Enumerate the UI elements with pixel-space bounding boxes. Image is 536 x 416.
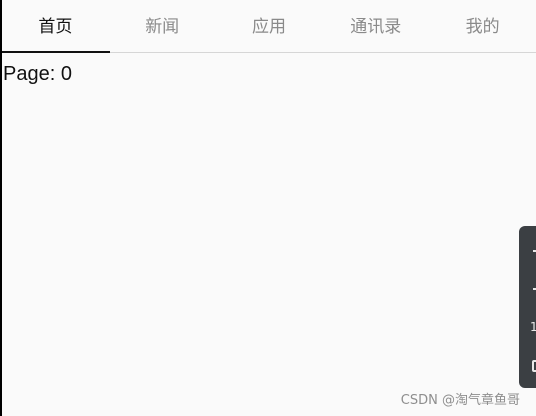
tab-label: 通讯录 bbox=[350, 17, 402, 37]
active-tab-indicator bbox=[2, 51, 110, 53]
tab-label: 新闻 bbox=[145, 17, 180, 37]
floating-toolbar: 1 bbox=[519, 226, 536, 388]
tab-news[interactable]: 新闻 bbox=[109, 0, 216, 52]
tab-bar: 首页 新闻 应用 通讯录 我的 bbox=[2, 0, 536, 53]
page-number: 0 bbox=[60, 63, 72, 85]
tab-contacts[interactable]: 通讯录 bbox=[322, 0, 429, 52]
tab-home[interactable]: 首页 bbox=[2, 0, 110, 53]
app-screen: 首页 新闻 应用 通讯录 我的 Page: 0 1 CSDN @淘气章鱼哥 bbox=[0, 0, 536, 416]
tab-mine[interactable]: 我的 bbox=[429, 0, 536, 52]
expand-icon[interactable] bbox=[532, 360, 536, 372]
watermark: CSDN @淘气章鱼哥 bbox=[400, 393, 520, 408]
tab-label: 我的 bbox=[465, 17, 500, 37]
page-prefix: Page: bbox=[3, 63, 56, 85]
one-icon[interactable]: 1 bbox=[530, 320, 536, 334]
tab-apps[interactable]: 应用 bbox=[216, 0, 323, 52]
page-indicator: Page: 0 bbox=[3, 63, 72, 86]
tab-label: 应用 bbox=[251, 17, 286, 37]
tab-label: 首页 bbox=[38, 17, 73, 37]
